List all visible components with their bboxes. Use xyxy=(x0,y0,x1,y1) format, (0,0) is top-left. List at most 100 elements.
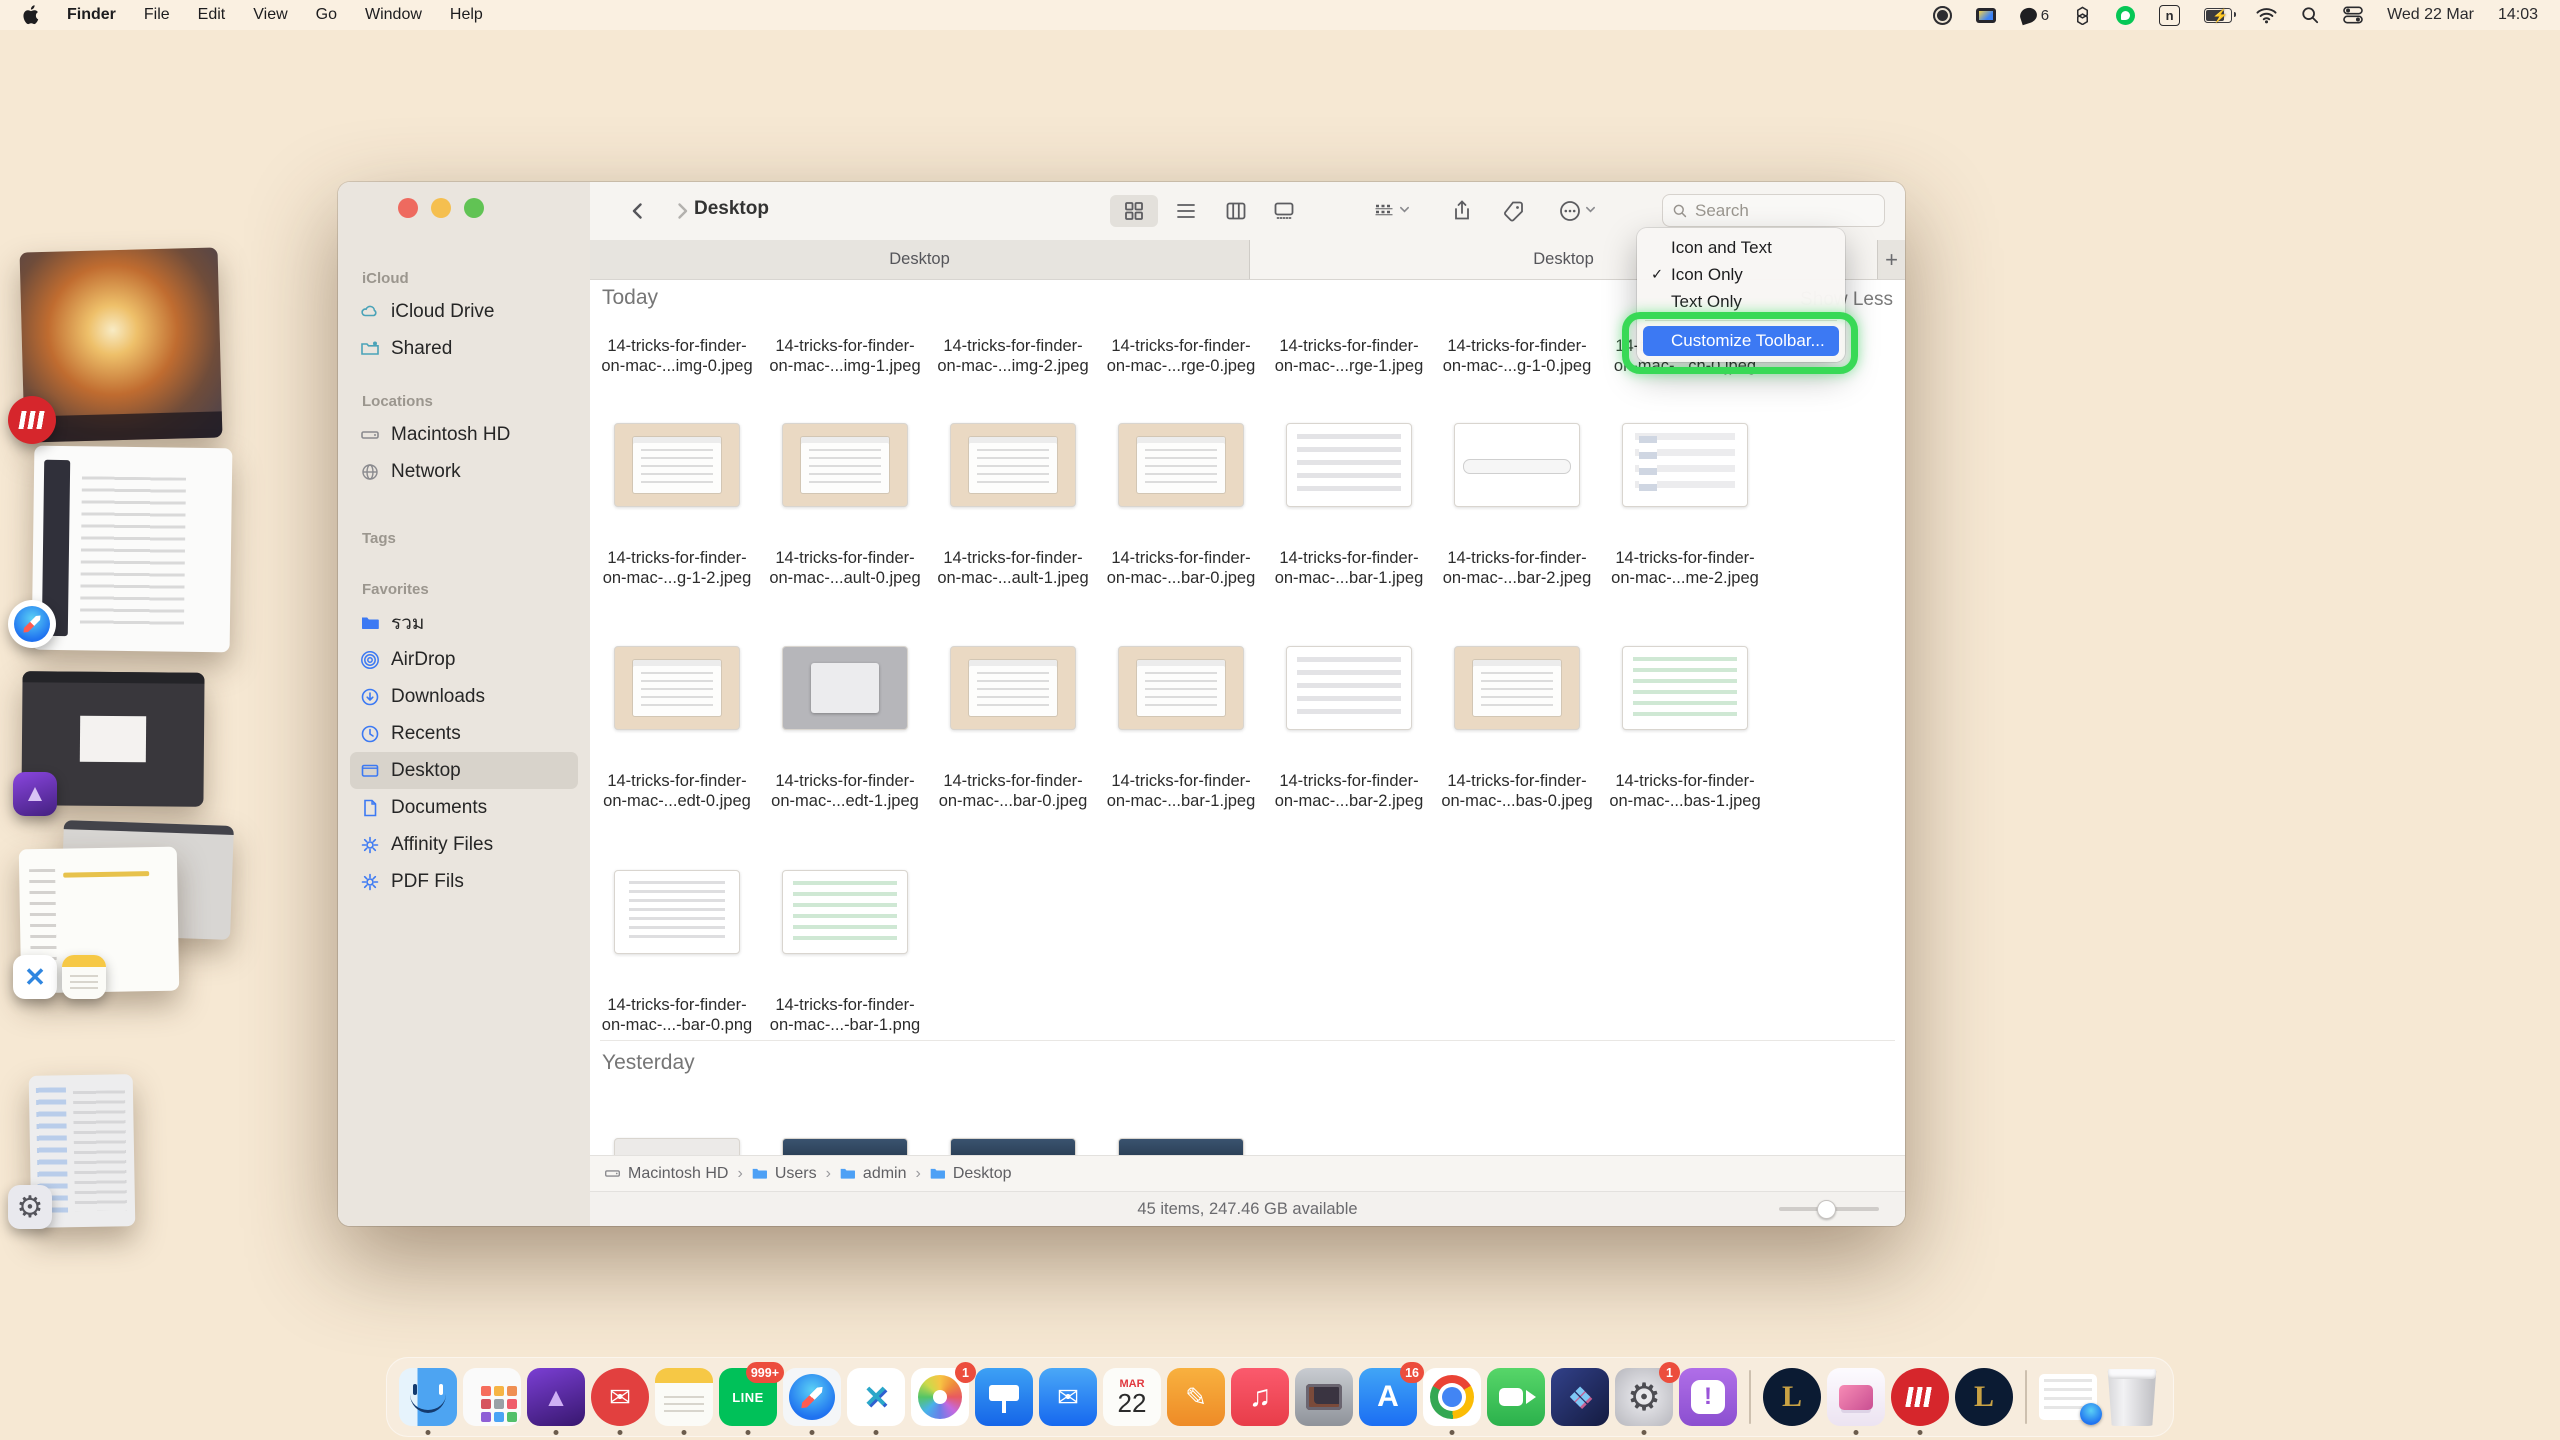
file-item[interactable]: 14-tricks-for-finder-on-mac-...ault-0.jp… xyxy=(761,423,929,588)
close-button[interactable] xyxy=(398,198,418,218)
dock-system-settings[interactable]: ⚙ 1 xyxy=(1615,1368,1673,1426)
slider-knob[interactable] xyxy=(1817,1200,1836,1219)
apple-menu-icon[interactable] xyxy=(22,5,39,25)
menubar-time[interactable]: 14:03 xyxy=(2498,6,2538,24)
file-item[interactable] xyxy=(614,1138,740,1155)
dock-shortcuts[interactable]: ❖ xyxy=(1551,1368,1609,1426)
share-button[interactable] xyxy=(1442,195,1482,227)
sidebar-item-Downloads[interactable]: Downloads xyxy=(350,678,578,715)
menubar-hexagon-icon[interactable] xyxy=(2073,6,2092,25)
file-item[interactable]: 14-tricks-for-finder-on-mac-...edt-0.jpe… xyxy=(593,646,761,811)
path-item-Macintosh HD[interactable]: Macintosh HD› xyxy=(604,1165,743,1183)
sidebar-item-Shared[interactable]: Shared xyxy=(350,330,578,367)
file-item[interactable]: 14-tricks-for-finder-on-mac-...-bar-0.pn… xyxy=(593,870,761,1035)
dock-image-capture[interactable] xyxy=(1295,1368,1353,1426)
menu-item-Icon and Text[interactable]: Icon and Text xyxy=(1643,234,1839,261)
dock-league-of-legends[interactable]: L xyxy=(1955,1368,2013,1426)
control-center-icon[interactable] xyxy=(2343,6,2363,24)
dock-calendar[interactable]: MAR 22 xyxy=(1103,1368,1161,1426)
back-button[interactable] xyxy=(622,195,654,227)
file-item[interactable]: 14-tricks-for-finder-on-mac-...img-2.jpe… xyxy=(929,336,1097,376)
search-input[interactable]: Search xyxy=(1662,194,1885,227)
menu-item-customize-toolbar[interactable]: Customize Toolbar... xyxy=(1643,326,1839,356)
file-item[interactable]: 14-tricks-for-finder-on-mac-...g-1-2.jpe… xyxy=(593,423,761,588)
dock-divider[interactable] xyxy=(2025,1370,2027,1424)
dock-riot-client[interactable] xyxy=(1891,1368,1949,1426)
file-item[interactable]: 14-tricks-for-finder-on-mac-...bar-0.jpe… xyxy=(1097,423,1265,588)
minimized-window-safari[interactable] xyxy=(32,446,233,653)
zoom-button[interactable] xyxy=(464,198,484,218)
dock-feedback-assistant[interactable]: ! xyxy=(1679,1368,1737,1426)
menubar-menu-File[interactable]: File xyxy=(144,6,170,24)
file-item[interactable]: 14-tricks-for-finder-on-mac-...-bar-1.pn… xyxy=(761,870,929,1035)
file-item[interactable] xyxy=(950,1138,1076,1155)
file-item[interactable]: 14-tricks-for-finder-on-mac-...bas-0.jpe… xyxy=(1433,646,1601,811)
file-item[interactable]: 14-tricks-for-finder-on-mac-...bar-1.jpe… xyxy=(1097,646,1265,811)
menubar-date[interactable]: Wed 22 Mar xyxy=(2387,6,2474,24)
menubar-menu-Help[interactable]: Help xyxy=(450,6,483,24)
dock-league-of-legends[interactable]: L xyxy=(1763,1368,1821,1426)
file-item[interactable]: 14-tricks-for-finder-on-mac-...rge-0.jpe… xyxy=(1097,336,1265,376)
dock-photos[interactable]: 1 xyxy=(911,1368,969,1426)
file-item[interactable]: 14-tricks-for-finder-on-mac-...g-1-0.jpe… xyxy=(1433,336,1601,376)
column-view-button[interactable] xyxy=(1214,195,1258,227)
dock-notes[interactable] xyxy=(655,1368,713,1426)
icon-size-slider[interactable] xyxy=(1779,1207,1879,1211)
dock-mail[interactable]: ✉ xyxy=(1039,1368,1097,1426)
path-item-Users[interactable]: Users› xyxy=(751,1165,831,1183)
sidebar-item-AirDrop[interactable]: AirDrop xyxy=(350,641,578,678)
dock-pages[interactable]: ✎ xyxy=(1167,1368,1225,1426)
sidebar-item-Desktop[interactable]: Desktop xyxy=(350,752,578,789)
dock-facetime[interactable] xyxy=(1487,1368,1545,1426)
sidebar-item-รวม[interactable]: รวม xyxy=(350,604,578,641)
more-actions-button[interactable] xyxy=(1546,195,1608,227)
file-item[interactable]: 14-tricks-for-finder-on-mac-...edt-1.jpe… xyxy=(761,646,929,811)
menubar-notion-icon[interactable]: n xyxy=(2159,5,2180,26)
sidebar-item-Macintosh HD[interactable]: Macintosh HD xyxy=(350,416,578,453)
file-item[interactable]: 14-tricks-for-finder-on-mac-...rge-1.jpe… xyxy=(1265,336,1433,376)
menu-item-Icon Only[interactable]: ✓Icon Only xyxy=(1643,261,1839,288)
dock-finder[interactable] xyxy=(399,1368,457,1426)
dock-app-store[interactable]: A 16 xyxy=(1359,1368,1417,1426)
menubar-line-icon[interactable] xyxy=(2116,6,2135,25)
dock-divider[interactable] xyxy=(1749,1370,1751,1424)
sidebar-item-Network[interactable]: Network xyxy=(350,453,578,490)
gallery-view-button[interactable] xyxy=(1262,195,1306,227)
group-by-button[interactable] xyxy=(1360,195,1422,227)
file-item[interactable] xyxy=(782,1138,908,1155)
icon-view-button[interactable] xyxy=(1110,195,1158,227)
menubar-menu-Window[interactable]: Window xyxy=(365,6,422,24)
menubar-menu-Go[interactable]: Go xyxy=(316,6,337,24)
dock-line[interactable]: LINE 999+ xyxy=(719,1368,777,1426)
dock-music[interactable]: ♫ xyxy=(1231,1368,1289,1426)
spotlight-search-icon[interactable] xyxy=(2301,6,2319,24)
menubar-menu-Edit[interactable]: Edit xyxy=(198,6,226,24)
file-item[interactable]: 14-tricks-for-finder-on-mac-...bar-0.jpe… xyxy=(929,646,1097,811)
menubar-recorder-icon[interactable] xyxy=(1933,6,1952,25)
dock-keynote[interactable] xyxy=(975,1368,1033,1426)
wifi-icon[interactable] xyxy=(2256,7,2277,24)
sidebar-item-Recents[interactable]: Recents xyxy=(350,715,578,752)
dock-craft[interactable]: ✕ xyxy=(847,1368,905,1426)
dock-mail-red[interactable]: ✉ xyxy=(591,1368,649,1426)
path-item-Desktop[interactable]: Desktop xyxy=(929,1165,1012,1183)
file-item[interactable]: 14-tricks-for-finder-on-mac-...img-0.jpe… xyxy=(593,336,761,376)
list-view-button[interactable] xyxy=(1164,195,1208,227)
dock-cleanmymac[interactable] xyxy=(1827,1368,1885,1426)
menubar-bird-icon[interactable]: 6 xyxy=(2020,7,2049,24)
menu-item-Text Only[interactable]: Text Only xyxy=(1643,288,1839,315)
sidebar-item-iCloud Drive[interactable]: iCloud Drive xyxy=(350,293,578,330)
sidebar-item-PDF Fils[interactable]: PDF Fils xyxy=(350,863,578,900)
file-item[interactable] xyxy=(1118,1138,1244,1155)
minimize-button[interactable] xyxy=(431,198,451,218)
tag-button[interactable] xyxy=(1494,195,1534,227)
menubar-menu-View[interactable]: View xyxy=(253,6,287,24)
dock-chrome[interactable] xyxy=(1423,1368,1481,1426)
battery-icon[interactable]: ⚡ xyxy=(2204,8,2232,23)
dock-trash[interactable] xyxy=(2103,1368,2161,1426)
menubar-menu-Finder[interactable]: Finder xyxy=(67,6,116,24)
dock-affinity-publisher[interactable]: ▲ xyxy=(527,1368,585,1426)
sidebar-item-Affinity Files[interactable]: Affinity Files xyxy=(350,826,578,863)
file-item[interactable]: 14-tricks-for-finder-on-mac-...ault-1.jp… xyxy=(929,423,1097,588)
file-item[interactable]: 14-tricks-for-finder-on-mac-...bar-1.jpe… xyxy=(1265,423,1433,588)
